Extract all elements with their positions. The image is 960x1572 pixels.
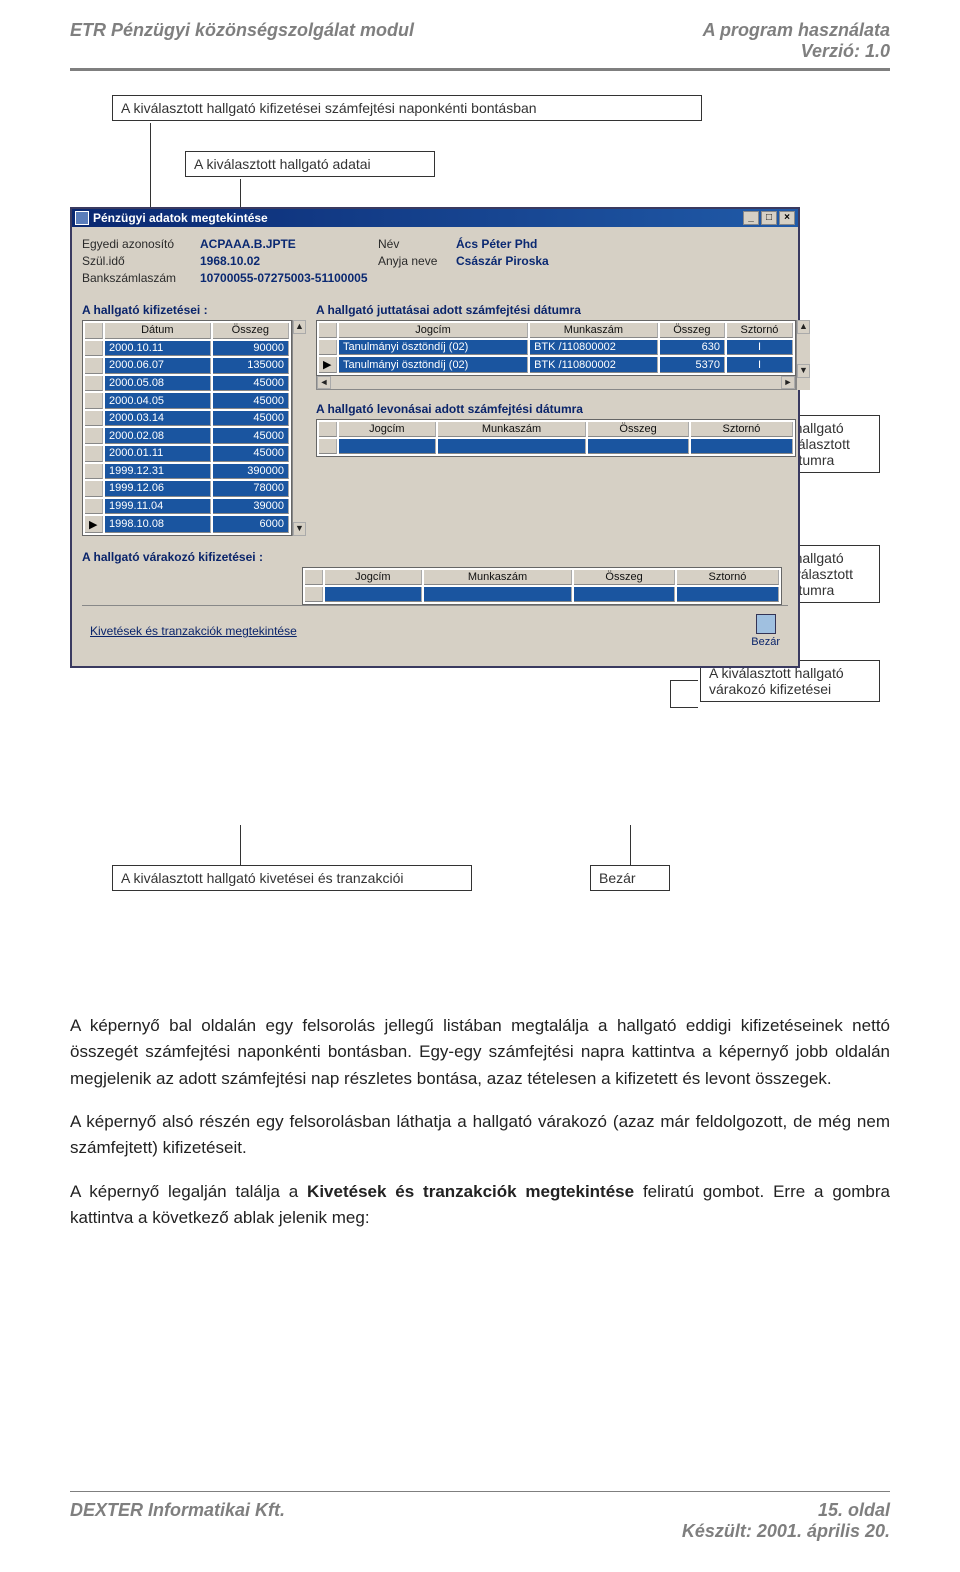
table-row[interactable]: ▶Tanulmányi ösztöndíj (02)BTK /110800002…	[319, 357, 793, 373]
bezar-label: Bezár	[751, 636, 780, 648]
kif-col-osszeg: Összeg	[213, 323, 289, 339]
lev-table[interactable]: Jogcím Munkaszám Összeg Sztornó	[316, 419, 796, 457]
kivetesek-button[interactable]: Kivetések és tranzakciók megtekintése	[90, 624, 297, 638]
section-jutt: A hallgató juttatásai adott számfejtési …	[316, 303, 810, 317]
anyja-value: Császár Piroska	[456, 254, 549, 268]
bezar-button[interactable]: Bezár	[751, 614, 780, 648]
szul-value: 1968.10.02	[200, 254, 370, 268]
kif-table[interactable]: Dátum Összeg 2000.10.11900002000.06.0713…	[82, 320, 292, 536]
var-col-jogcim: Jogcím	[325, 570, 422, 585]
scrollbar-vertical[interactable]: ▲ ▼	[796, 320, 810, 390]
leader-line	[240, 825, 241, 865]
table-row[interactable]: 2000.02.0845000	[85, 428, 289, 444]
close-door-icon	[756, 614, 776, 634]
table-row[interactable]: 1999.11.0439000	[85, 499, 289, 515]
app-window: Pénzügyi adatok megtekintése _ □ × Egyed…	[70, 207, 800, 668]
szul-label: Szül.idő	[82, 254, 192, 268]
leader-line	[670, 680, 671, 708]
var-col-osszeg: Összeg	[574, 570, 675, 585]
paragraph-2: A képernyő alsó részén egy felsorolásban…	[70, 1109, 890, 1162]
table-row[interactable]: 1999.12.31390000	[85, 464, 289, 480]
table-row[interactable]: ▶1998.10.086000	[85, 516, 289, 533]
paragraph-1: A képernyő bal oldalán egy felsorolás je…	[70, 1013, 890, 1092]
leader-line	[630, 825, 631, 865]
scroll-left-icon[interactable]: ◄	[317, 376, 331, 389]
nev-value: Ács Péter Phd	[456, 237, 537, 251]
lev-col-jogcim: Jogcím	[339, 422, 436, 437]
scroll-down-icon[interactable]: ▼	[797, 364, 810, 378]
scroll-up-icon[interactable]: ▲	[797, 320, 810, 334]
footer-left: DEXTER Informatikai Kft.	[70, 1500, 285, 1542]
kif-col-datum: Dátum	[105, 323, 211, 339]
leader-line	[670, 707, 698, 708]
section-kif: A hallgató kifizetései :	[82, 303, 306, 317]
maximize-button[interactable]: □	[761, 211, 777, 225]
jutt-table[interactable]: Jogcím Munkaszám Összeg Sztornó Tanulmán…	[316, 320, 796, 376]
jutt-col-osszeg: Összeg	[660, 323, 725, 338]
anyja-label: Anyja neve	[378, 254, 448, 268]
table-row[interactable]: 2000.10.1190000	[85, 341, 289, 357]
egyedi-value: ACPAAA.B.JPTE	[200, 237, 370, 251]
table-row[interactable]: Tanulmányi ösztöndíj (02)BTK /1108000026…	[319, 340, 793, 355]
page-header: ETR Pénzügyi közönségszolgálat modul A p…	[70, 20, 890, 62]
leader-line	[670, 680, 698, 681]
table-row[interactable]: 2000.06.07135000	[85, 358, 289, 374]
table-row[interactable]: 2000.03.1445000	[85, 411, 289, 427]
jutt-col-munkaszam: Munkaszám	[530, 323, 658, 338]
header-left: ETR Pénzügyi közönségszolgálat modul	[70, 20, 414, 62]
table-row[interactable]: 1999.12.0678000	[85, 481, 289, 497]
section-lev: A hallgató levonásai adott számfejtési d…	[316, 402, 810, 416]
bank-value: 10700055-07275003-51100005	[200, 271, 368, 285]
paragraph-3-bold: Kivetések és tranzakciók megtekintése	[307, 1182, 634, 1201]
body-text: A képernyő bal oldalán egy felsorolás je…	[70, 1013, 890, 1231]
table-row[interactable]: 2000.01.1145000	[85, 446, 289, 462]
jutt-col-jogcim: Jogcím	[339, 323, 528, 338]
scroll-down-icon[interactable]: ▼	[293, 522, 306, 536]
scroll-up-icon[interactable]: ▲	[293, 320, 306, 334]
jutt-col-sztorno: Sztornó	[727, 323, 793, 338]
header-right-line1: A program használata	[703, 20, 890, 41]
lev-col-munkaszam: Munkaszám	[438, 422, 587, 437]
footer-page: 15. oldal	[682, 1500, 890, 1521]
page-footer: DEXTER Informatikai Kft. 15. oldal Készü…	[70, 1500, 890, 1542]
paragraph-3: A képernyő legalján találja a Kivetések …	[70, 1179, 890, 1232]
lev-col-sztorno: Sztornó	[691, 422, 793, 437]
header-right: A program használata Verzió: 1.0	[703, 20, 890, 62]
callout-adatai: A kiválasztott hallgató adatai	[185, 151, 435, 177]
scrollbar-horizontal[interactable]: ◄ ►	[316, 376, 796, 390]
footer-date: Készült: 2001. április 20.	[682, 1521, 890, 1542]
paragraph-3-a: A képernyő legalján találja a	[70, 1182, 307, 1201]
scrollbar-vertical[interactable]: ▲ ▼	[292, 320, 306, 536]
bank-label: Bankszámlaszám	[82, 271, 192, 285]
lev-col-osszeg: Összeg	[588, 422, 689, 437]
header-divider	[70, 68, 890, 71]
minimize-button[interactable]: _	[743, 211, 759, 225]
header-right-line2: Verzió: 1.0	[703, 41, 890, 62]
callout-bontas: A kiválasztott hallgató kifizetései szám…	[112, 95, 702, 121]
window-title: Pénzügyi adatok megtekintése	[93, 211, 268, 225]
section-var: A hallgató várakozó kifizetései :	[82, 550, 788, 564]
var-col-sztorno: Sztornó	[677, 570, 779, 585]
egyedi-label: Egyedi azonosító	[82, 237, 192, 251]
callout-bezar: Bezár	[590, 865, 670, 891]
nev-label: Név	[378, 237, 448, 251]
app-icon	[75, 211, 89, 225]
table-row[interactable]: 2000.04.0545000	[85, 393, 289, 409]
var-col-munkaszam: Munkaszám	[424, 570, 573, 585]
scroll-right-icon[interactable]: ►	[781, 376, 795, 389]
close-button[interactable]: ×	[779, 211, 795, 225]
var-table[interactable]: Jogcím Munkaszám Összeg Sztornó	[302, 567, 782, 605]
table-row[interactable]: 2000.05.0845000	[85, 376, 289, 392]
footer-divider	[70, 1491, 890, 1492]
callout-kivetesei: A kiválasztott hallgató kivetései és tra…	[112, 865, 472, 891]
titlebar[interactable]: Pénzügyi adatok megtekintése _ □ ×	[72, 209, 798, 227]
diagram-area: A kiválasztott hallgató kifizetései szám…	[70, 95, 890, 995]
